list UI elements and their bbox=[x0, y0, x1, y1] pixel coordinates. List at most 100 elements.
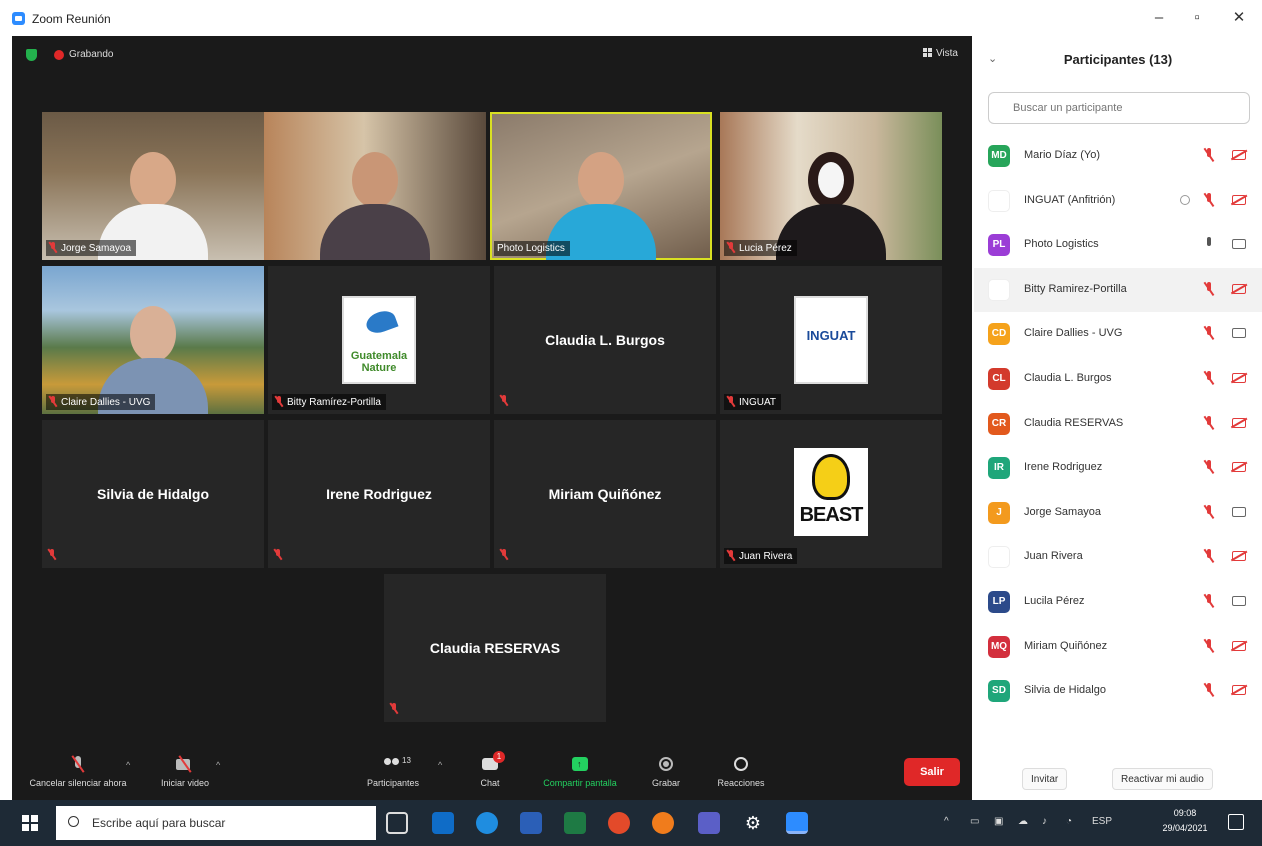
firefox-icon[interactable] bbox=[652, 812, 674, 834]
mic-muted-icon[interactable] bbox=[1204, 593, 1214, 608]
mic-muted-icon[interactable] bbox=[1204, 504, 1214, 519]
search-participant-input[interactable] bbox=[988, 92, 1250, 124]
tray-expand-chevron-icon[interactable]: ^ bbox=[944, 816, 949, 827]
record-button[interactable]: Grabar bbox=[646, 748, 686, 800]
participant-row[interactable]: Bitty Ramirez-Portilla bbox=[974, 267, 1262, 313]
notifications-icon[interactable] bbox=[1228, 814, 1244, 830]
mic-on-icon[interactable] bbox=[1204, 237, 1214, 251]
network-icon[interactable]: ◔ bbox=[1066, 816, 1072, 827]
outlook-icon[interactable] bbox=[432, 812, 454, 834]
zoom-taskbar-icon[interactable] bbox=[786, 812, 808, 834]
mic-muted-icon[interactable] bbox=[1204, 192, 1214, 207]
participant-row[interactable]: MQ Miriam Quiñónez bbox=[974, 625, 1262, 670]
windows-start-icon[interactable] bbox=[22, 815, 38, 831]
mic-muted-icon[interactable] bbox=[1204, 638, 1214, 653]
participant-row[interactable]: IR Irene Rodriguez bbox=[974, 446, 1262, 491]
participant-row[interactable]: SD Silvia de Hidalgo bbox=[974, 669, 1262, 714]
participants-count: 13 bbox=[402, 756, 411, 765]
camera-off-icon[interactable] bbox=[1232, 283, 1246, 294]
mic-muted-icon[interactable] bbox=[1204, 326, 1214, 340]
camera-off-icon[interactable] bbox=[1232, 194, 1246, 205]
volume-icon[interactable]: ♪ bbox=[1042, 816, 1047, 827]
mic-muted-icon[interactable] bbox=[1204, 460, 1214, 474]
mic-muted-icon bbox=[727, 550, 735, 561]
participant-row[interactable]: MD Mario Díaz (Yo) bbox=[974, 134, 1262, 179]
video-tile-miriam-quinonez[interactable]: Miriam Quiñónez bbox=[494, 420, 716, 568]
chat-button[interactable]: 1 Chat bbox=[470, 748, 510, 800]
video-tile-bitty-ramirez[interactable]: Guatemala Nature Bitty Ramírez-Portilla bbox=[268, 266, 490, 414]
video-tile-claudia-reservas[interactable]: Claudia RESERVAS bbox=[384, 574, 606, 722]
video-tile-juan-rivera[interactable]: BEAST Juan Rivera bbox=[720, 420, 942, 568]
camera-off-icon[interactable] bbox=[1232, 462, 1246, 473]
participant-row[interactable]: PL Photo Logistics bbox=[974, 223, 1262, 268]
video-options-chevron-icon[interactable]: ^ bbox=[216, 760, 220, 770]
camera-icon[interactable] bbox=[1232, 239, 1246, 250]
settings-gear-icon[interactable]: ⚙ bbox=[742, 812, 764, 834]
tile-center-name: Irene Rodriguez bbox=[326, 486, 432, 502]
title-bar: Zoom Reunión – ▫ ✕ bbox=[0, 0, 1262, 36]
task-view-icon[interactable] bbox=[386, 812, 408, 834]
participants-button[interactable]: 13 Participantes bbox=[358, 748, 428, 800]
audio-options-chevron-icon[interactable]: ^ bbox=[126, 760, 130, 770]
teams-icon[interactable] bbox=[698, 812, 720, 834]
chat-icon: 1 bbox=[481, 751, 505, 772]
mic-muted-icon[interactable] bbox=[1204, 281, 1214, 296]
view-button[interactable]: Vista bbox=[922, 48, 958, 59]
participant-row[interactable]: J Jorge Samayoa bbox=[974, 491, 1262, 536]
participants-options-chevron-icon[interactable]: ^ bbox=[438, 760, 442, 770]
excel-icon[interactable] bbox=[564, 812, 586, 834]
mic-muted-icon[interactable] bbox=[1204, 683, 1214, 697]
camera-icon[interactable] bbox=[1232, 506, 1246, 517]
reactions-button[interactable]: Reacciones bbox=[706, 748, 776, 800]
restore-button[interactable]: ▫ bbox=[1182, 8, 1212, 28]
mic-muted-icon[interactable] bbox=[1204, 370, 1214, 385]
participant-row[interactable]: LP Lucila Pérez bbox=[974, 580, 1262, 625]
participant-row[interactable]: CR Claudia RESERVAS bbox=[974, 402, 1262, 447]
taskbar-search-box[interactable]: Escribe aquí para buscar bbox=[56, 806, 376, 840]
video-tile-claudia-burgos[interactable]: Claudia L. Burgos bbox=[494, 266, 716, 414]
unmute-button[interactable]: Cancelar silenciar ahora bbox=[18, 748, 138, 800]
video-tile-claire-dallies[interactable]: Claire Dallies - UVG bbox=[42, 266, 264, 414]
taskbar-clock[interactable]: 09:08 29/04/2021 bbox=[1160, 806, 1210, 836]
video-tile-inguat[interactable]: INGUAT INGUAT bbox=[720, 266, 942, 414]
language-indicator[interactable]: ESP bbox=[1092, 816, 1112, 827]
video-tile-jorge-samayoa[interactable]: Jorge Samayoa bbox=[42, 112, 264, 260]
invite-button[interactable]: Invitar bbox=[1022, 768, 1068, 790]
edge-icon[interactable] bbox=[476, 812, 498, 834]
participant-row[interactable]: CD Claire Dallies - UVG bbox=[974, 312, 1262, 357]
mic-muted-icon bbox=[727, 396, 735, 407]
powerpoint-icon[interactable] bbox=[608, 812, 630, 834]
battery-icon[interactable]: ▭ bbox=[970, 816, 979, 827]
camera-off-icon[interactable] bbox=[1232, 685, 1246, 696]
mic-muted-icon[interactable] bbox=[1204, 415, 1214, 430]
camera-off-icon[interactable] bbox=[1232, 372, 1246, 383]
unmute-me-button[interactable]: Reactivar mi audio bbox=[1112, 768, 1213, 790]
video-tile-irene-rodriguez[interactable]: Irene Rodriguez bbox=[268, 420, 490, 568]
video-tile-lucia-perez[interactable]: Lucia Pérez bbox=[720, 112, 942, 260]
leave-button[interactable]: Salir bbox=[904, 758, 960, 786]
word-icon[interactable] bbox=[520, 812, 542, 834]
video-tile-photo-logistics[interactable]: Photo Logistics bbox=[490, 112, 712, 260]
camera-off-icon[interactable] bbox=[1232, 640, 1246, 651]
camera-off-icon[interactable] bbox=[1232, 150, 1246, 160]
participant-row[interactable]: INGUAT (Anfitrión) bbox=[974, 179, 1262, 224]
security-shield-icon[interactable] bbox=[26, 49, 37, 61]
teams-tray-icon[interactable]: ▣ bbox=[994, 816, 1003, 827]
camera-icon[interactable] bbox=[1232, 328, 1246, 339]
camera-off-icon[interactable] bbox=[1232, 417, 1246, 428]
minimize-button[interactable]: – bbox=[1144, 8, 1174, 28]
tile-center-name: Silvia de Hidalgo bbox=[96, 486, 210, 502]
share-screen-button[interactable]: ↑ Compartir pantalla bbox=[530, 748, 630, 800]
onedrive-icon[interactable]: ☁ bbox=[1018, 816, 1028, 827]
close-button[interactable]: ✕ bbox=[1224, 8, 1254, 28]
start-video-button[interactable]: Iniciar video bbox=[150, 748, 220, 800]
mic-muted-icon[interactable] bbox=[1204, 148, 1214, 162]
camera-icon[interactable] bbox=[1232, 595, 1246, 606]
panel-footer: Invitar Reactivar mi audio bbox=[974, 758, 1262, 800]
camera-off-icon[interactable] bbox=[1232, 551, 1246, 562]
mic-muted-icon[interactable] bbox=[1204, 549, 1214, 563]
participant-row[interactable]: CL Claudia L. Burgos bbox=[974, 357, 1262, 402]
video-tile-unnamed[interactable] bbox=[264, 112, 486, 260]
video-tile-silvia-hidalgo[interactable]: Silvia de Hidalgo bbox=[42, 420, 264, 568]
participant-row[interactable]: Juan Rivera bbox=[974, 535, 1262, 580]
